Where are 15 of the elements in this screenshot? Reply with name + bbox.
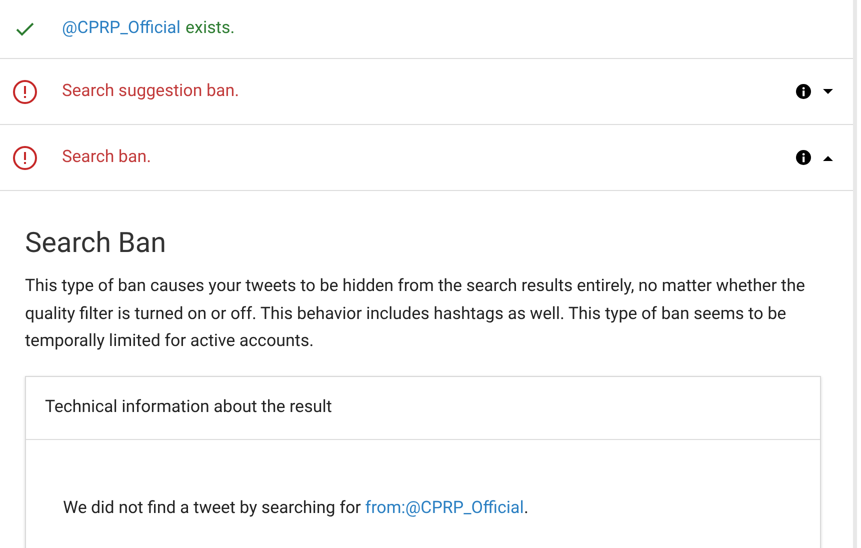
- result-text: Search ban.: [62, 146, 152, 169]
- card-title: Technical information about the result: [45, 396, 332, 419]
- handle-link[interactable]: @CPRP_Official: [62, 16, 181, 42]
- result-text: exists.: [186, 17, 235, 40]
- result-text: Search suggestion ban.: [62, 80, 240, 103]
- caret-down-icon[interactable]: [823, 88, 833, 94]
- caret-up-icon[interactable]: [823, 154, 833, 160]
- query-link[interactable]: from:@CPRP_Official: [365, 498, 524, 518]
- alert-icon: [12, 144, 38, 170]
- info-icon[interactable]: [796, 84, 811, 99]
- card-text: We did not find a tweet by searching for from:@CPRP_Official.: [63, 498, 528, 518]
- alert-icon: [12, 78, 38, 104]
- section-description: This type of ban causes your tweets to be hidden from the search results entirely, no matter whether the quality filter is turned on or off. This behavior includes hashtags as well. This type of ban seems to be temporally limited for active accounts.: [25, 275, 806, 353]
- info-icon[interactable]: [796, 150, 811, 165]
- section-title: Search Ban: [25, 225, 168, 261]
